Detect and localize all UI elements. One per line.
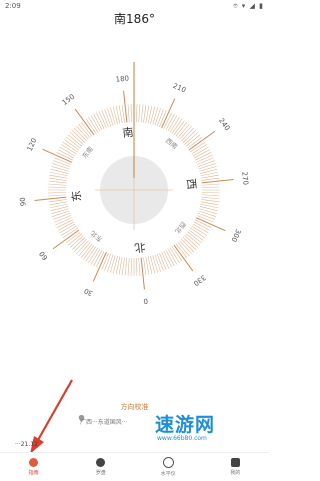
- nav-item-level[interactable]: 水平仪: [135, 453, 202, 481]
- compass-icon: [29, 458, 39, 467]
- nav-item-compass[interactable]: 指南: [0, 453, 67, 481]
- bottom-nav: 指南 罗盘 水平仪 我的: [0, 452, 269, 481]
- level-icon: [162, 457, 174, 468]
- watermark-logo: 速游网: [155, 414, 216, 436]
- nav-item-profile[interactable]: 我的: [202, 453, 269, 481]
- nav-label: 我的: [230, 470, 241, 476]
- nav-label: 水平仪: [160, 471, 176, 477]
- nav-label: 指南: [28, 470, 39, 476]
- location-text: 广西···东道国风···: [80, 419, 128, 426]
- calibration-button[interactable]: 方向校准: [0, 402, 269, 412]
- person-icon: [230, 458, 240, 467]
- nav-label: 罗盘: [95, 470, 106, 476]
- coordinate-readout: ···21.12: [15, 441, 38, 448]
- nav-item-luopan[interactable]: 罗盘: [67, 453, 134, 481]
- luopan-icon: [96, 458, 106, 467]
- watermark-url: www.66b80.com: [157, 435, 207, 442]
